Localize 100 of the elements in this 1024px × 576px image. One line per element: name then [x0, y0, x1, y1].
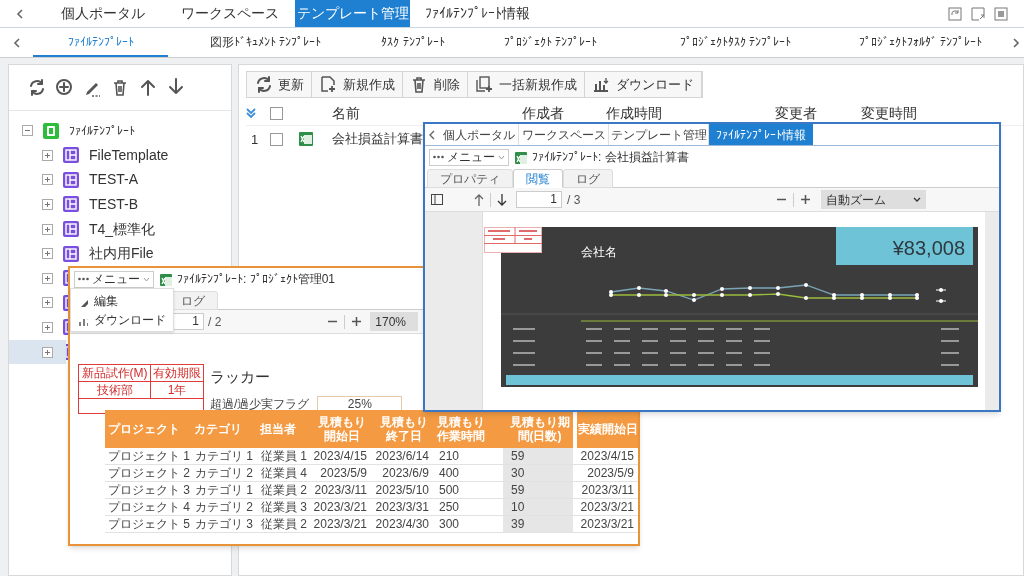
delete-icon[interactable]: [111, 78, 129, 97]
stamp-cell-text: 1年: [166, 382, 188, 398]
expand-icon[interactable]: [42, 346, 53, 358]
tab[interactable]: 図形ﾄﾞｷｭﾒﾝﾄ ﾃﾝﾌﾟﾚｰﾄ: [168, 28, 363, 57]
new-document-icon: [319, 75, 337, 94]
tab[interactable]: ﾌﾟﾛｼﾞｪｸﾄﾌｫﾙﾀﾞ ﾃﾝﾌﾟﾚｰﾄ: [833, 28, 1008, 57]
arrow-down-icon[interactable]: [167, 78, 185, 97]
table-cell-text: 2023/4/15: [579, 448, 635, 464]
chevron-left-icon: [428, 129, 436, 140]
toolbar-button[interactable]: 更新: [247, 72, 312, 97]
column-header[interactable]: 変更者: [775, 105, 817, 121]
table-cell-text: 2023/4/30: [374, 516, 430, 532]
page-count: / 2: [208, 313, 222, 331]
tree-item-label[interactable]: ﾌｧｲﾙﾃﾝﾌﾟﾚｰﾄ: [69, 121, 135, 140]
add-icon[interactable]: [55, 78, 73, 97]
table-cell-text: 2023/3/11: [580, 482, 635, 498]
table-cell: 30: [503, 465, 573, 481]
stamp-cell-text: 有効期限: [152, 365, 202, 381]
spreadsheet-icon: [159, 272, 172, 286]
tab[interactable]: テンプレート管理: [295, 0, 410, 27]
expand-icon[interactable]: [42, 149, 53, 161]
table-cell-text: カテゴリ 2: [194, 465, 254, 481]
toolbar-button[interactable]: 削除: [403, 72, 468, 97]
tab[interactable]: プロパティ: [427, 169, 513, 188]
page-count: / 3: [567, 191, 581, 209]
tree-item-label[interactable]: T4_標準化: [89, 218, 156, 240]
document-title: ﾌｧｲﾙﾃﾝﾌﾟﾚｰﾄ: 会社損益計算書: [532, 149, 689, 166]
expand-icon[interactable]: [42, 223, 53, 235]
column-header: プロジェクト: [108, 422, 180, 436]
chevron-left-icon: [11, 36, 22, 49]
tab[interactable]: ﾌｧｲﾙﾃﾝﾌﾟﾚｰﾄ情報: [410, 0, 545, 27]
expand-icon[interactable]: [42, 248, 53, 260]
table-cell-text: 会社損益計算書: [332, 130, 423, 149]
tree-item-label[interactable]: TEST-B: [89, 194, 138, 215]
download-icon: [592, 75, 610, 94]
arrow-up-icon[interactable]: [139, 78, 157, 97]
tab[interactable]: 閲覧: [513, 169, 563, 188]
refresh-icon[interactable]: [27, 78, 45, 97]
table-cell-text: カテゴリ 1: [194, 448, 254, 464]
table-cell-text: プロジェクト 1: [107, 448, 191, 464]
selected-row-highlight[interactable]: [9, 339, 66, 365]
toolbar-button[interactable]: 新規作成: [312, 72, 403, 97]
tree-item-label[interactable]: FileTemplate: [89, 144, 169, 166]
document-heading: ラッカー: [210, 367, 271, 387]
tab[interactable]: ﾌﾟﾛｼﾞｪｸﾄ ﾃﾝﾌﾟﾚｰﾄ: [463, 28, 638, 57]
stamp-cell: 技術部: [79, 382, 151, 398]
tab[interactable]: ﾌｧｲﾙﾃﾝﾌﾟﾚｰﾄ情報: [709, 124, 813, 145]
table-cell-text: 500: [438, 482, 461, 498]
delete-icon: [410, 75, 428, 94]
page-number-field[interactable]: 1: [516, 191, 562, 208]
table-cell-text: 300: [438, 516, 461, 532]
toolbar-button[interactable]: 一括新規作成: [468, 72, 585, 97]
expand-icon[interactable]: [42, 199, 53, 210]
expand-icon[interactable]: [42, 174, 53, 186]
tab[interactable]: 個人ポータル: [439, 124, 519, 145]
table-cell-text: プロジェクト 2: [107, 465, 191, 481]
bulk-create-icon: [475, 75, 493, 94]
sidebar-toggle-icon[interactable]: [431, 194, 443, 205]
table-cell-text: 2023/3/21: [579, 499, 635, 515]
tab[interactable]: ワークスペース: [165, 0, 295, 27]
arrow-up-icon[interactable]: [473, 192, 485, 207]
menu-dropdown[interactable]: メニュー: [74, 270, 154, 288]
tab[interactable]: ワークスペース: [519, 124, 609, 145]
row-checkbox[interactable]: [270, 132, 283, 146]
tab[interactable]: ﾌﾟﾛｼﾞｪｸﾄﾀｽｸ ﾃﾝﾌﾟﾚｰﾄ: [638, 28, 833, 57]
zoom-in-icon[interactable]: [351, 316, 363, 327]
column-header[interactable]: 作成時間: [606, 105, 662, 121]
tab[interactable]: 個人ポータル: [40, 0, 165, 27]
select-all-checkbox[interactable]: [270, 106, 283, 120]
new-window-icon[interactable]: [971, 6, 985, 21]
tab[interactable]: ﾀｽｸ ﾃﾝﾌﾟﾚｰﾄ: [363, 28, 463, 57]
expand-icon[interactable]: [42, 321, 53, 333]
table-cell-text: 2023/4/15: [312, 448, 368, 464]
expand-all-icon[interactable]: [246, 108, 256, 118]
zoom-select[interactable]: 自動ズーム: [821, 190, 927, 209]
zoom-select[interactable]: 170%: [370, 312, 419, 331]
column-header[interactable]: 変更時間: [861, 105, 917, 121]
spreadsheet-icon: [298, 131, 314, 147]
column-header[interactable]: 作成者: [522, 105, 564, 121]
arrow-down-icon[interactable]: [496, 192, 508, 207]
expand-icon[interactable]: [42, 297, 53, 309]
more-icon: [78, 277, 89, 281]
table-cell-text: 2023/6/14: [374, 448, 430, 464]
column-header[interactable]: 名前: [332, 105, 360, 121]
toolbar-button[interactable]: ダウンロード: [585, 72, 702, 97]
column-header: 見積もり終了日: [378, 415, 429, 443]
table-cell-text: 250: [438, 499, 461, 515]
expand-icon[interactable]: [42, 272, 53, 284]
refresh-window-icon[interactable]: [948, 6, 962, 21]
table-cell-text: 2023/3/21: [312, 516, 368, 532]
menu-dropdown[interactable]: メニュー: [429, 148, 509, 166]
tree-item-label[interactable]: TEST-A: [89, 169, 138, 191]
tab[interactable]: ログ: [563, 169, 613, 188]
table-cell-text: 400: [438, 465, 461, 481]
row-number: 1: [250, 132, 259, 147]
document-title: ﾌｧｲﾙﾃﾝﾌﾟﾚｰﾄ: ﾌﾟﾛｼﾞｪｸﾄ管理01: [177, 271, 335, 288]
close-window-icon[interactable]: [994, 6, 1008, 21]
zoom-in-icon[interactable]: [800, 194, 812, 205]
collapse-icon[interactable]: [22, 125, 33, 136]
tree-item-label[interactable]: 社内用File: [89, 243, 154, 265]
